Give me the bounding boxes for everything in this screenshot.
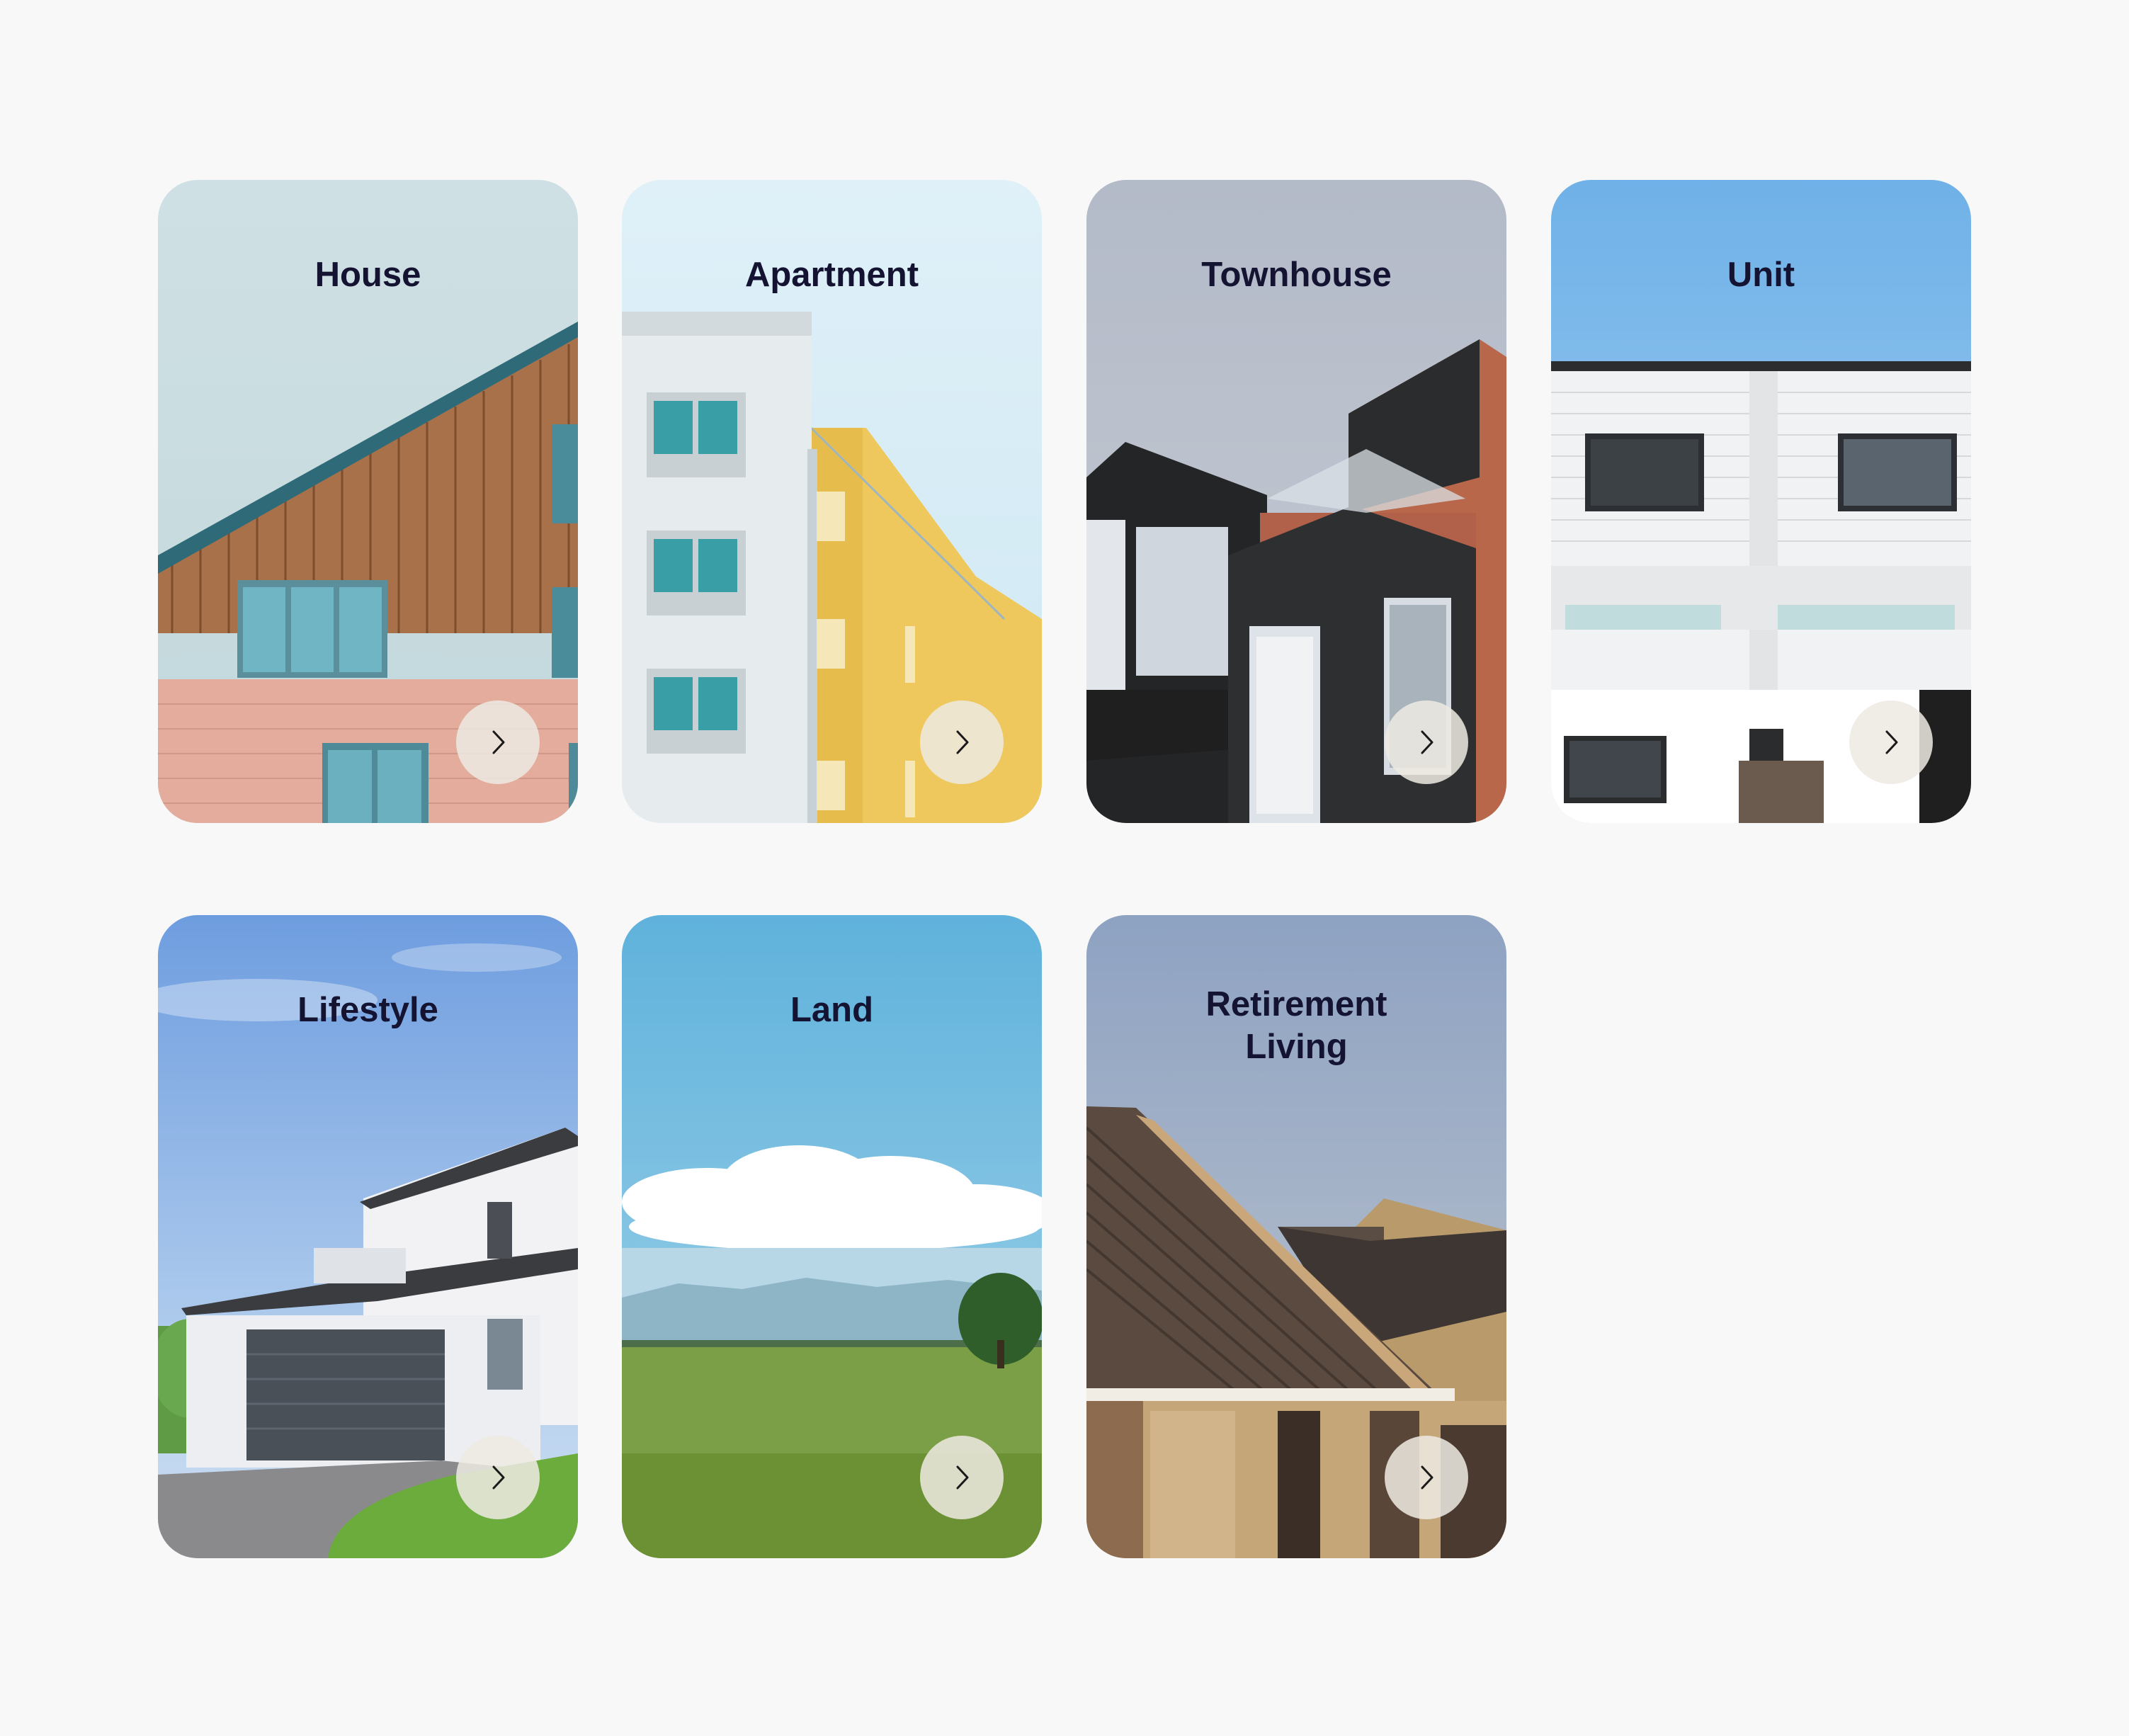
chevron-right-icon xyxy=(956,1465,969,1490)
card-title: Apartment xyxy=(744,256,919,294)
card-arrow-button[interactable] xyxy=(1385,1436,1468,1519)
category-card-retirement-living[interactable]: Retirement Living xyxy=(1086,915,1506,1558)
chevron-right-icon xyxy=(956,730,969,754)
card-arrow-button[interactable] xyxy=(456,1436,540,1519)
card-title: Land xyxy=(790,991,874,1029)
card-title-line: Retirement xyxy=(1205,985,1387,1023)
card-arrow-button[interactable] xyxy=(456,700,540,784)
category-card-apartment[interactable]: Apartment xyxy=(622,180,1042,823)
chevron-right-icon xyxy=(1421,1465,1433,1490)
category-card-house[interactable]: House xyxy=(158,180,578,823)
category-card-land[interactable]: Land xyxy=(622,915,1042,1558)
chevron-right-icon xyxy=(1885,730,1898,754)
card-arrow-button[interactable] xyxy=(1385,700,1468,784)
card-arrow-button[interactable] xyxy=(920,700,1004,784)
card-title: Retirement Living xyxy=(1086,983,1506,1068)
chevron-right-icon xyxy=(492,730,505,754)
card-arrow-button[interactable] xyxy=(920,1436,1004,1519)
category-card-unit[interactable]: Unit xyxy=(1551,180,1971,823)
chevron-right-icon xyxy=(1421,730,1433,754)
card-title: Lifestyle xyxy=(297,991,438,1029)
card-title: Townhouse xyxy=(1201,256,1392,294)
card-arrow-button[interactable] xyxy=(1849,700,1933,784)
card-title: Unit xyxy=(1727,256,1795,294)
card-title-line: Living xyxy=(1245,1028,1348,1066)
card-title: House xyxy=(314,256,421,294)
category-card-townhouse[interactable]: Townhouse xyxy=(1086,180,1506,823)
chevron-right-icon xyxy=(492,1465,505,1490)
category-card-lifestyle[interactable]: Lifestyle xyxy=(158,915,578,1558)
